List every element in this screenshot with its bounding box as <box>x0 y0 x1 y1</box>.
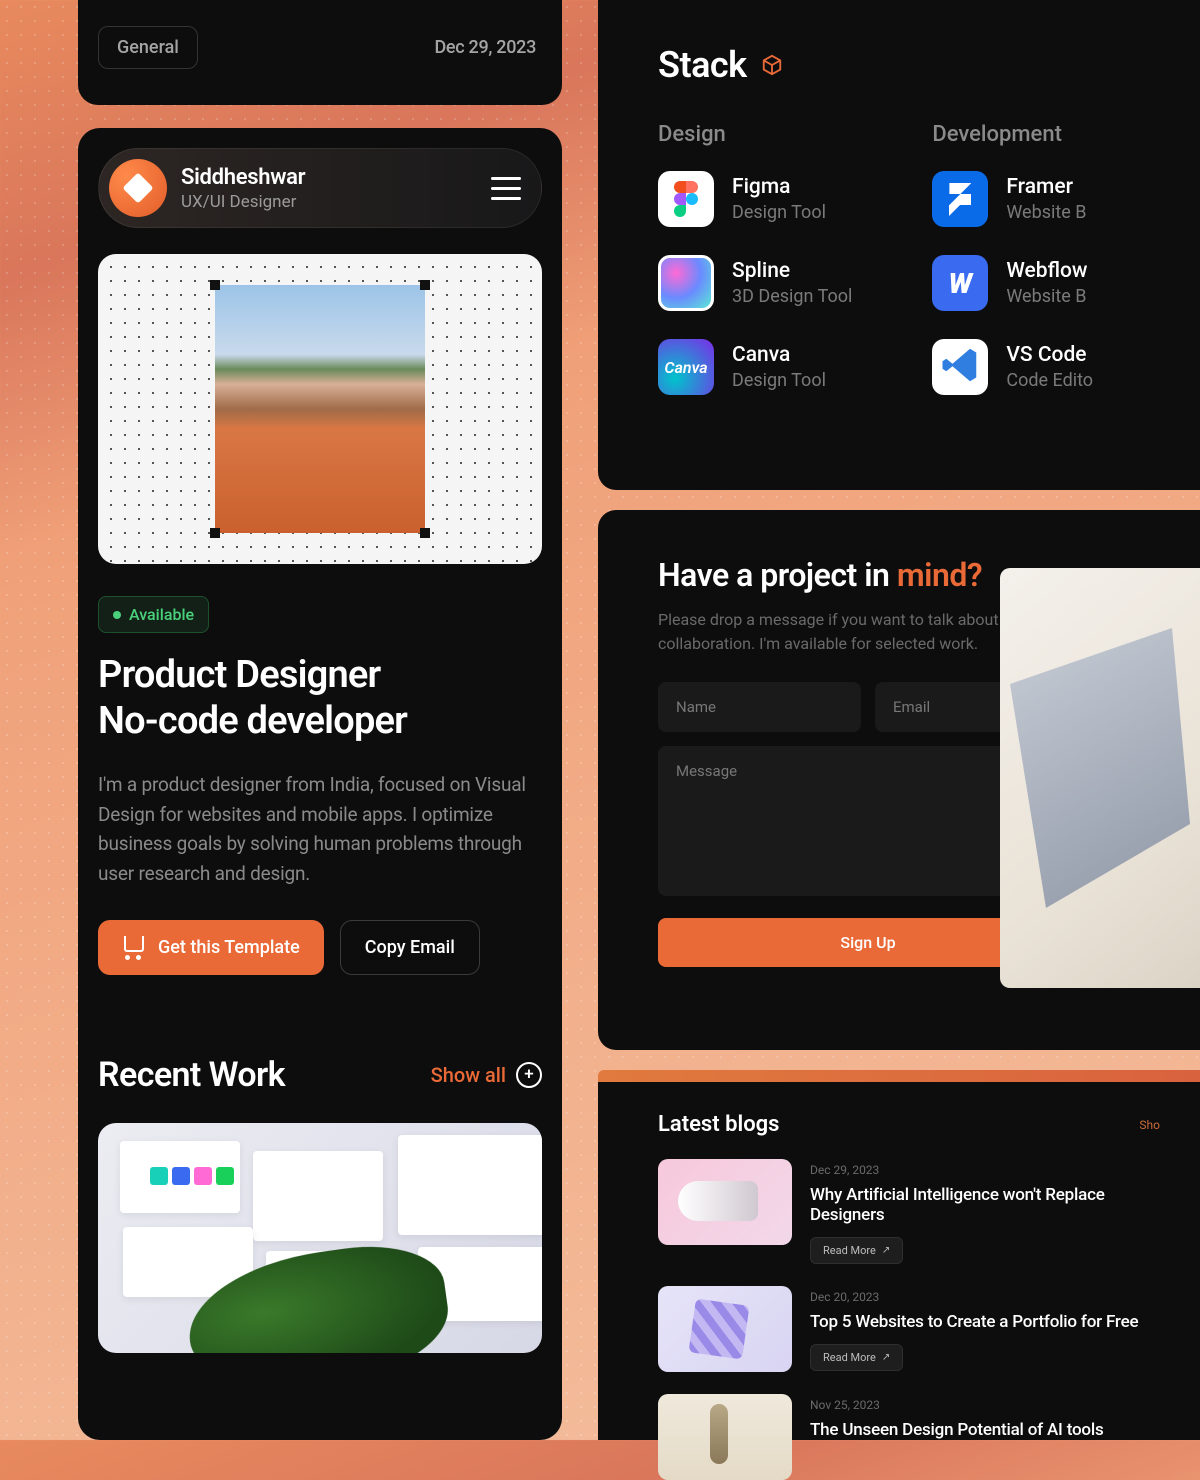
vscode-icon <box>932 339 988 395</box>
tool-row-webflow[interactable]: W Webflow Website B <box>932 255 1093 311</box>
copy-email-button[interactable]: Copy Email <box>340 920 480 975</box>
profile-bar: Siddheshwar UX/UI Designer <box>98 148 542 228</box>
profile-role: UX/UI Designer <box>181 192 305 212</box>
blog-thumbnail <box>658 1394 792 1480</box>
cart-icon <box>122 936 146 958</box>
selection-handle-icon[interactable] <box>420 280 430 290</box>
blog-date: Nov 25, 2023 <box>810 1398 1104 1412</box>
blog-thumbnail <box>658 1286 792 1372</box>
hero-description: I'm a product designer from India, focus… <box>98 770 542 888</box>
stack-heading: Stack <box>658 44 747 86</box>
blogs-show-all-link[interactable]: Sho <box>1139 1118 1160 1132</box>
selection-handle-icon[interactable] <box>210 280 220 290</box>
profile-photo <box>215 285 425 533</box>
blog-date: Dec 20, 2023 <box>810 1290 1138 1304</box>
avatar-logo[interactable] <box>109 159 167 217</box>
stack-panel: Stack Design Figma Design Tool <box>598 0 1200 490</box>
blog-item[interactable]: Dec 29, 2023 Why Artificial Intelligence… <box>658 1159 1160 1264</box>
blog-title: Why Artificial Intelligence won't Replac… <box>810 1185 1160 1225</box>
profile-name: Siddheshwar <box>181 165 305 190</box>
canva-icon: Canva <box>658 339 714 395</box>
read-more-button[interactable]: Read More <box>810 1237 903 1264</box>
blogs-accent-strip <box>598 1070 1200 1082</box>
spline-icon <box>658 255 714 311</box>
tag-general[interactable]: General <box>98 26 198 69</box>
blog-title: The Unseen Design Potential of AI tools <box>810 1420 1104 1440</box>
tool-row-canva[interactable]: Canva Canva Design Tool <box>658 339 852 395</box>
plus-circle-icon: + <box>516 1062 542 1088</box>
stack-column-design: Design Figma Design Tool Spline <box>658 122 852 423</box>
recent-work-thumbnail[interactable] <box>98 1123 542 1353</box>
framer-icon <box>932 171 988 227</box>
contact-panel: Have a project in mind? Please drop a me… <box>598 510 1200 1050</box>
availability-badge: Available <box>98 596 209 633</box>
blogs-panel: Latest blogs Sho Dec 29, 2023 Why Artifi… <box>598 1082 1200 1440</box>
top-strip-date: Dec 29, 2023 <box>434 37 536 58</box>
tool-row-vscode[interactable]: VS Code Code Edito <box>932 339 1093 395</box>
recent-work-heading: Recent Work <box>98 1055 285 1095</box>
tool-row-figma[interactable]: Figma Design Tool <box>658 171 852 227</box>
hero-title: Product Designer No-code developer <box>98 653 542 744</box>
hamburger-menu-icon[interactable] <box>491 177 527 200</box>
blog-thumbnail <box>658 1159 792 1245</box>
name-field[interactable] <box>658 682 861 732</box>
tool-row-framer[interactable]: Framer Website B <box>932 171 1093 227</box>
blog-item[interactable]: Dec 20, 2023 Top 5 Websites to Create a … <box>658 1286 1160 1372</box>
stack-column-label: Development <box>932 122 1093 147</box>
blog-title: Top 5 Websites to Create a Portfolio for… <box>810 1312 1138 1332</box>
profile-photo-frame <box>98 254 542 564</box>
show-all-link[interactable]: Show all + <box>431 1062 542 1088</box>
package-icon <box>761 54 783 76</box>
selection-handle-icon[interactable] <box>210 528 220 538</box>
left-card-top-strip: General Dec 29, 2023 <box>78 0 562 105</box>
stack-column-label: Design <box>658 122 852 147</box>
figma-icon <box>658 171 714 227</box>
stack-column-development: Development Framer Website B W Webflow W… <box>932 122 1093 423</box>
webflow-icon: W <box>932 255 988 311</box>
blog-date: Dec 29, 2023 <box>810 1163 1160 1177</box>
read-more-button[interactable]: Read More <box>810 1344 903 1371</box>
get-template-button[interactable]: Get this Template <box>98 920 324 975</box>
blog-item[interactable]: Nov 25, 2023 The Unseen Design Potential… <box>658 1394 1160 1480</box>
blogs-heading: Latest blogs <box>658 1112 779 1137</box>
selection-handle-icon[interactable] <box>420 528 430 538</box>
tool-row-spline[interactable]: Spline 3D Design Tool <box>658 255 852 311</box>
contact-side-image <box>1000 568 1200 988</box>
mobile-portfolio-card: Siddheshwar UX/UI Designer Available Pro… <box>78 128 562 1440</box>
